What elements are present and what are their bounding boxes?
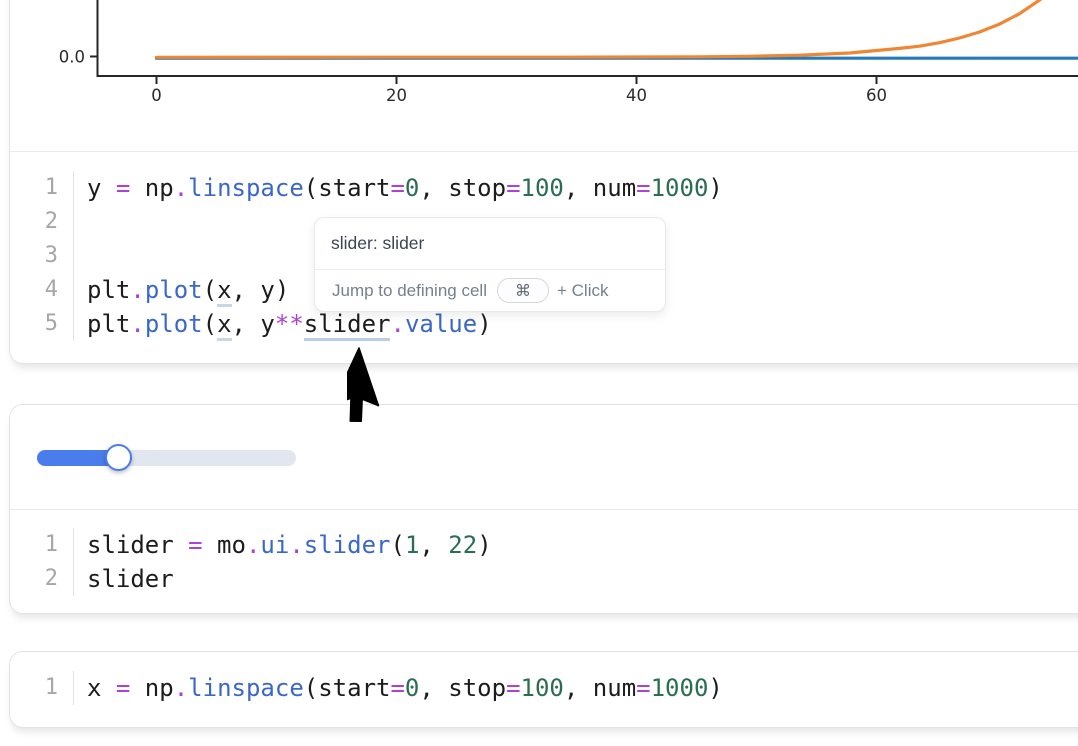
command-key-pill: ⌘ — [497, 278, 549, 303]
code-line[interactable]: plt.plot(x, y**slider.value) — [87, 307, 1078, 341]
tooltip-title: slider: slider — [315, 218, 665, 270]
x-tick-label-40: 40 — [626, 86, 647, 105]
line-number: 2 — [10, 562, 73, 596]
cell-slider: 12 slider = mo.ui.slider(1, 22)slider — [9, 404, 1078, 614]
line-number: 1 — [10, 171, 73, 205]
code-line[interactable]: slider = mo.ui.slider(1, 22) — [87, 528, 1078, 562]
code-lines[interactable]: x = np.linspace(start=0, stop=100, num=1… — [74, 671, 1078, 705]
variable-tooltip: slider: slider Jump to defining cell ⌘ +… — [314, 217, 666, 312]
underlined-variable: x — [217, 310, 231, 341]
cell-x: 1 x = np.linspace(start=0, stop=100, num… — [9, 651, 1078, 728]
line-number: 2 — [10, 205, 73, 239]
tooltip-action-suffix: + Click — [557, 281, 608, 301]
mouse-cursor — [347, 344, 437, 449]
gutter: 1 — [10, 671, 74, 705]
series-orange-curve — [157, 0, 1055, 57]
gutter: 12 — [10, 528, 74, 596]
tooltip-action-label: Jump to defining cell — [332, 281, 487, 301]
hovered-variable-slider: slider — [304, 310, 391, 341]
code-line[interactable]: slider — [87, 562, 1078, 596]
x-tick-label-0: 0 — [151, 86, 162, 105]
y-tick-label: 0.0 — [59, 48, 85, 67]
gutter: 12345 — [10, 171, 74, 341]
x-tick-label-60: 60 — [866, 86, 887, 105]
slider-thumb[interactable] — [105, 444, 132, 471]
line-number: 5 — [10, 307, 73, 341]
x-axis-spine — [97, 75, 1078, 77]
code-editor-x[interactable]: 1 x = np.linspace(start=0, stop=100, num… — [10, 652, 1078, 725]
matplotlib-chart: 0.0 0 20 40 60 — [10, 0, 1078, 152]
slider-output — [10, 405, 1078, 510]
code-line[interactable]: x = np.linspace(start=0, stop=100, num=1… — [87, 671, 1078, 705]
jump-to-defining-cell[interactable]: Jump to defining cell ⌘ + Click — [315, 270, 665, 311]
x-tick-label-20: 20 — [386, 86, 407, 105]
command-key-icon: ⌘ — [515, 281, 531, 301]
code-lines[interactable]: slider = mo.ui.slider(1, 22)slider — [74, 528, 1078, 596]
line-number: 4 — [10, 273, 73, 307]
plot-output: 0.0 0 20 40 60 — [10, 0, 1078, 152]
underlined-variable: x — [217, 276, 231, 307]
code-editor-slider[interactable]: 12 slider = mo.ui.slider(1, 22)slider — [10, 510, 1078, 614]
line-number: 1 — [10, 671, 73, 705]
code-line[interactable]: y = np.linspace(start=0, stop=100, num=1… — [87, 171, 1078, 205]
y-axis-spine — [97, 0, 99, 77]
line-number: 1 — [10, 528, 73, 562]
line-number: 3 — [10, 239, 73, 273]
